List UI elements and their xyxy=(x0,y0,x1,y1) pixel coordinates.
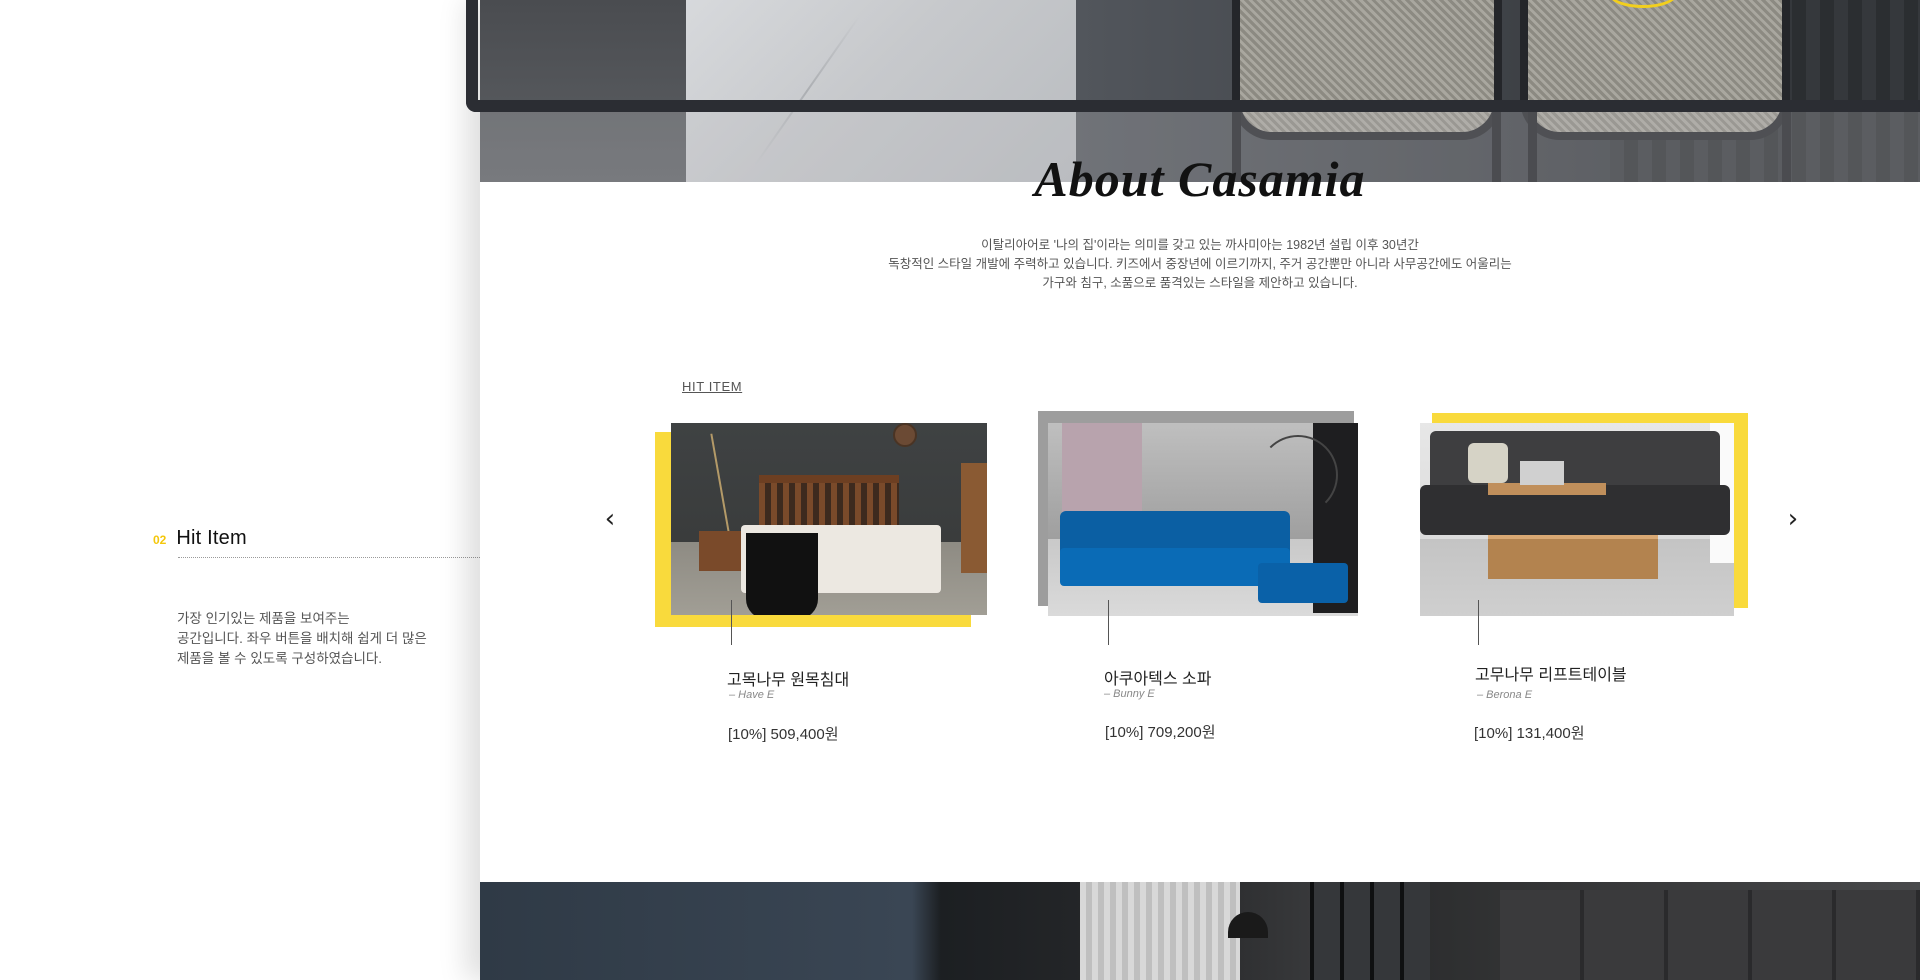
about-text-line: 가구와 침구, 소품으로 품격있는 스타일을 제안하고 있습니다. xyxy=(1042,276,1358,290)
product-name: 고무나무 리프트테이블 xyxy=(1475,667,1627,684)
hit-item-label[interactable]: HIT ITEM xyxy=(682,379,742,394)
bottom-section-image xyxy=(480,882,1920,980)
laptop xyxy=(1520,461,1564,485)
annotation-panel: 02 Hit Item 가장 인기있는 제품을 보여주는 공간입니다. 좌우 버… xyxy=(0,0,480,980)
product-name: 고목나무 원목침대 xyxy=(727,672,850,689)
product-price: [10%] 709,200원 xyxy=(1105,724,1216,741)
nightstand xyxy=(699,531,741,571)
pendant-lamp-icon xyxy=(1228,912,1268,938)
product-image xyxy=(1048,423,1358,616)
corridor-ceiling xyxy=(1080,882,1240,980)
arc-lamp xyxy=(1258,435,1338,515)
chair-logo-icon xyxy=(1608,0,1678,8)
product-image xyxy=(671,423,987,615)
chevron-right-icon[interactable]: › xyxy=(1783,505,1803,533)
wall-clock xyxy=(893,423,917,447)
annotation-heading: 02 Hit Item xyxy=(153,527,247,550)
annotation-description-line: 가장 인기있는 제품을 보여주는 xyxy=(177,611,350,626)
cabinet xyxy=(1500,890,1920,980)
sofa-seat xyxy=(1060,548,1290,586)
about-text-line: 이탈리아어로 '나의 집'이라는 의미를 갖고 있는 까사미아는 1982년 설… xyxy=(981,238,1419,252)
annotation-title: Hit Item xyxy=(176,527,247,549)
pillow xyxy=(1468,443,1508,483)
annotation-description-line: 공간입니다. 좌우 버튼을 배치해 쉽게 더 많은 xyxy=(177,631,427,646)
product-price: [10%] 509,400원 xyxy=(728,726,839,743)
about-text-line: 독창적인 스타일 개발에 주력하고 있습니다. 키즈에서 중장년에 이르기까지,… xyxy=(888,257,1512,271)
product-image xyxy=(1420,423,1734,616)
table-body xyxy=(1488,535,1658,579)
product-model: – Bunny E xyxy=(1104,688,1155,700)
website-mockup: About Casamia 이탈리아어로 '나의 집'이라는 의미를 갖고 있는… xyxy=(480,0,1920,980)
product-pointer-line xyxy=(1478,600,1479,645)
annotation-divider xyxy=(178,557,480,558)
chevron-left-icon[interactable]: ‹ xyxy=(600,505,620,533)
about-title: About Casamia xyxy=(1034,151,1366,207)
floor-lamp xyxy=(710,433,730,533)
product-price: [10%] 131,400원 xyxy=(1474,725,1585,742)
blanket xyxy=(746,533,818,615)
product-pointer-line xyxy=(1108,600,1109,645)
annotation-number: 02 xyxy=(153,533,167,547)
annotation-description-line: 제품을 볼 수 있도록 구성하였습니다. xyxy=(177,651,383,666)
product-name: 아쿠아텍스 소파 xyxy=(1104,671,1212,688)
product-pointer-line xyxy=(731,600,732,645)
product-model: – Berona E xyxy=(1477,689,1533,701)
about-text: 이탈리아어로 '나의 집'이라는 의미를 갖고 있는 까사미아는 1982년 설… xyxy=(480,236,1920,293)
window-grid xyxy=(1310,882,1430,980)
dresser xyxy=(961,463,987,573)
ottoman xyxy=(1258,563,1348,603)
annotation-description: 가장 인기있는 제품을 보여주는 공간입니다. 좌우 버튼을 배치해 쉽게 더 … xyxy=(177,609,457,669)
product-model: – Have E xyxy=(729,689,775,701)
